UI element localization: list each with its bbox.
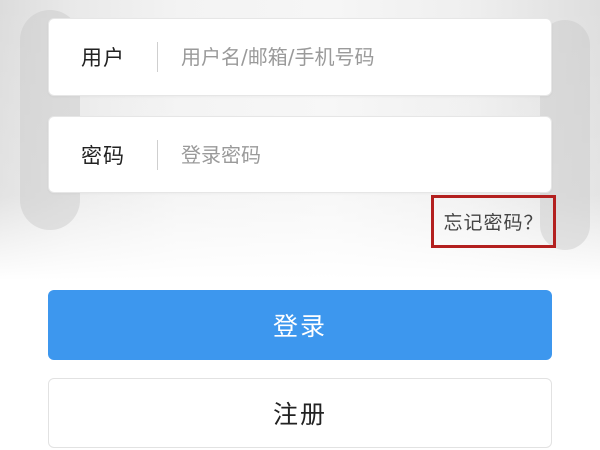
password-label: 密码 — [81, 143, 125, 168]
password-field: 密码 — [48, 116, 552, 193]
username-label: 用户 — [81, 46, 125, 70]
username-field: 用户 — [48, 18, 552, 96]
username-input[interactable] — [181, 45, 531, 69]
login-button[interactable]: 登录 — [48, 290, 552, 360]
password-input[interactable] — [181, 142, 531, 167]
register-button[interactable]: 注册 — [48, 378, 552, 448]
field-divider — [157, 42, 158, 72]
forgot-password-highlight-frame: 忘记密码？ — [431, 195, 556, 248]
field-divider — [157, 139, 158, 170]
forgot-password-link[interactable]: 忘记密码？ — [443, 208, 543, 235]
